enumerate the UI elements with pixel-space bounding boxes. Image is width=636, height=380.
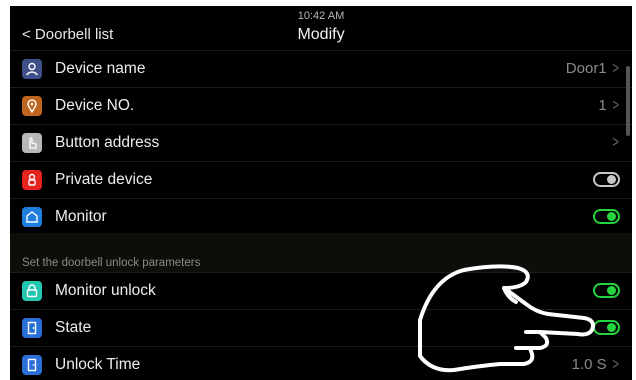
chevron-right-icon: >: [612, 134, 619, 151]
monitor-home-icon: [22, 207, 42, 227]
monitor-toggle[interactable]: [593, 209, 620, 224]
hand-pointer-icon: [22, 133, 42, 153]
lock-icon: [22, 281, 42, 301]
setting-value: Door1 >: [565, 60, 619, 77]
chevron-right-icon: >: [612, 97, 619, 114]
setting-row-device-no[interactable]: Device NO. 1 >: [10, 87, 632, 124]
setting-row-monitor[interactable]: Monitor: [10, 198, 632, 235]
setting-label: Private device: [55, 171, 153, 188]
setting-label: Unlock Time: [55, 356, 141, 373]
setting-row-private-device[interactable]: Private device: [10, 161, 632, 198]
door-icon: [22, 318, 42, 338]
state-toggle[interactable]: [593, 320, 620, 335]
setting-row-state[interactable]: State: [10, 309, 632, 346]
setting-value: >: [607, 134, 620, 152]
setting-label: Device NO.: [55, 97, 135, 114]
device-screen: < Doorbell list 10:42 AM Modify Device n…: [10, 6, 632, 380]
setting-label: Monitor: [55, 208, 107, 225]
setting-row-button-address[interactable]: Button address >: [10, 124, 632, 161]
page-title: Modify: [297, 26, 345, 43]
chevron-right-icon: >: [612, 60, 619, 77]
setting-label: Monitor unlock: [55, 282, 156, 299]
setting-row-unlock-time[interactable]: Unlock Time 1.0 S >: [10, 346, 632, 380]
setting-value: 1.0 S >: [571, 356, 619, 373]
setting-label: Device name: [55, 60, 146, 77]
private-icon: [22, 170, 42, 190]
setting-value: 1 >: [598, 97, 619, 114]
header-bar: < Doorbell list 10:42 AM Modify: [10, 6, 632, 50]
setting-row-device-name[interactable]: Device name Door1 >: [10, 50, 632, 87]
setting-row-monitor-unlock[interactable]: Monitor unlock: [10, 272, 632, 309]
chevron-right-icon: >: [612, 356, 619, 373]
section-header-text: Set the doorbell unlock parameters: [22, 257, 201, 269]
status-time: 10:42 AM: [297, 10, 345, 22]
section-header-unlock: Set the doorbell unlock parameters: [10, 233, 632, 272]
private-device-toggle[interactable]: [593, 172, 620, 187]
setting-label: Button address: [55, 134, 160, 151]
door-icon: [22, 355, 42, 375]
monitor-unlock-toggle[interactable]: [593, 283, 620, 298]
person-icon: [22, 59, 42, 79]
scrollbar[interactable]: [626, 66, 630, 136]
location-pin-icon: [22, 96, 42, 116]
setting-label: State: [55, 319, 92, 336]
